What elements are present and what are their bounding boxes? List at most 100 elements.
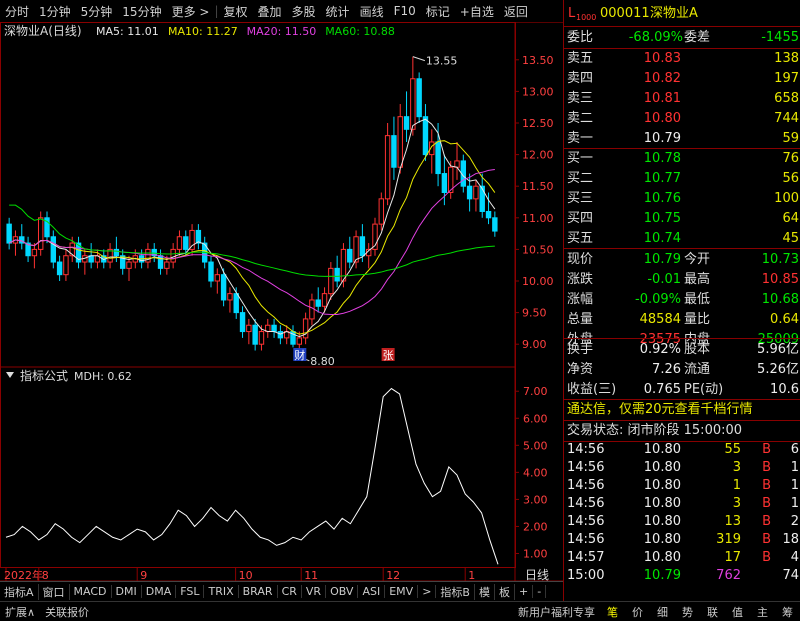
event-marker-zhang-label: 张 [383,349,394,362]
indicator-tab-16[interactable]: 板 [495,583,515,600]
panel-tab-6[interactable]: 主 [750,604,775,620]
indicator-tab-9[interactable]: VR [302,585,327,598]
ytick-label-0: 13.50 [522,54,554,67]
ytick-label-2: 12.50 [522,117,554,130]
indicator-tab-13[interactable]: > [418,585,437,598]
panel-tab-3[interactable]: 势 [675,604,700,620]
toolbar-item-10[interactable]: F10 [389,4,421,18]
toolbar-item-13[interactable]: 返回 [499,3,533,20]
indicator-tab-5[interactable]: FSL [176,585,205,598]
quote-label: 今开 [684,252,711,267]
ma-line-MA10 [8,140,496,335]
fin-label: 股本 [684,342,711,357]
fin-value: 5.96亿 [757,342,799,357]
quote-row: 现价 10.79 今开 10.73 [564,250,800,270]
toolbar-item-9[interactable]: 画线 [355,3,389,20]
ask-row: 卖五 10.83 138 [564,49,800,69]
toolbar-item-5[interactable]: 复权 [219,3,253,20]
panel-tab-0[interactable]: 笔 [600,604,625,620]
divider [564,26,800,27]
indicator-tab-4[interactable]: DMA [142,585,177,598]
tick-side: B [762,532,771,547]
ytick-label-6: 10.50 [522,243,554,256]
quote-label: 最高 [684,272,711,287]
ma-line-MA60 [9,204,495,277]
toolbar-item-6[interactable]: 叠加 [253,3,287,20]
candle [384,123,391,206]
quote-value: 48584 [639,312,681,327]
indicator-tab-7[interactable]: BRAR [239,585,278,598]
ask-price: 10.81 [643,91,681,106]
toolbar-item-11[interactable]: 标记 [421,3,455,20]
indicator-tab-0[interactable]: 指标A [0,583,39,600]
tick-row: 14:56 10.80 55 B 6 [564,441,800,459]
chart-title: 深物业A(日线) [4,24,82,38]
indicator-tab-11[interactable]: ASI [358,585,386,598]
tick-time: 15:00 [567,568,605,583]
candle [473,179,479,212]
toolbar-item-2[interactable]: 5分钟 [76,3,118,20]
ind-ytick-label-5: 2.00 [523,520,548,533]
tick-time: 14:56 [567,514,605,529]
bid-price: 10.75 [643,211,681,226]
candle [107,243,113,269]
panel-tab-5[interactable]: 值 [725,604,750,620]
fin-label: 净资 [567,362,594,377]
footer-promo[interactable]: 新用户福利专享 [513,604,600,620]
indicator-dropdown-icon[interactable] [6,372,14,378]
panel-tab-4[interactable]: 联 [700,604,725,620]
ask-volume: 59 [782,131,799,146]
toolbar-item-8[interactable]: 统计 [321,3,355,20]
tick-price: 10.79 [643,568,681,583]
candle [479,173,485,218]
bid-price: 10.74 [643,231,681,246]
indicator-tab-17[interactable]: + [515,585,534,598]
footer-left-0[interactable]: 扩展∧ [0,604,40,620]
ad-row[interactable]: 通达信，仅需20元查看千档行情 [564,400,800,420]
ma-label-3: MA60: 10.88 [325,25,395,38]
indicator-tab-6[interactable]: TRIX [204,585,239,598]
ask-label: 卖二 [567,111,594,126]
indicator-tab-2[interactable]: MACD [70,585,112,598]
candle [214,268,221,294]
tick-side: B [762,460,771,475]
period-label[interactable]: 日线 [525,568,549,582]
panel-tab-1[interactable]: 价 [625,604,650,620]
indicator-tab-14[interactable]: 指标B [436,583,475,600]
candle [271,318,277,338]
ytick-label-8: 9.50 [522,307,547,320]
indicator-tab-8[interactable]: CR [278,585,302,598]
quote-label: 涨幅 [567,292,594,307]
candle [429,129,435,174]
candle [56,255,63,281]
tick-count: 1 [790,478,799,493]
panel-tab-2[interactable]: 细 [650,604,675,620]
toolbar-item-7[interactable]: 多股 [287,3,321,20]
stock-name: 深物业A [650,6,698,21]
indicator-tab-18[interactable]: - [533,585,547,598]
ma-label-0: MA5: 11.01 [96,25,159,38]
bid-volume: 45 [782,231,799,246]
bid-label: 买五 [567,231,594,246]
ask-price: 10.80 [643,111,681,126]
ask-row: 卖四 10.82 197 [564,69,800,89]
indicator-tab-12[interactable]: EMV [385,585,419,598]
toolbar-item-12[interactable]: +自选 [455,3,499,20]
toolbar-item-3[interactable]: 15分钟 [117,3,166,20]
footer-left-1[interactable]: 关联报价 [40,604,94,620]
toolbar-item-4[interactable]: 更多 > [167,3,215,20]
tick-volume: 3 [732,496,741,511]
candle [50,230,57,269]
indicator-tab-3[interactable]: DMI [112,585,142,598]
indicator-tab-15[interactable]: 模 [475,583,495,600]
indicator-tab-10[interactable]: OBV [326,585,359,598]
toolbar-item-1[interactable]: 1分钟 [34,3,76,20]
toolbar-item-0[interactable]: 分时 [0,3,34,20]
tick-count: 1 [790,460,799,475]
indicator-tab-1[interactable]: 窗口 [39,583,70,600]
panel-tab-7[interactable]: 筹 [775,604,800,620]
bid-label: 买二 [567,171,594,186]
fin-value: 0.765 [643,382,681,397]
candle [19,224,25,250]
candle [208,255,214,288]
